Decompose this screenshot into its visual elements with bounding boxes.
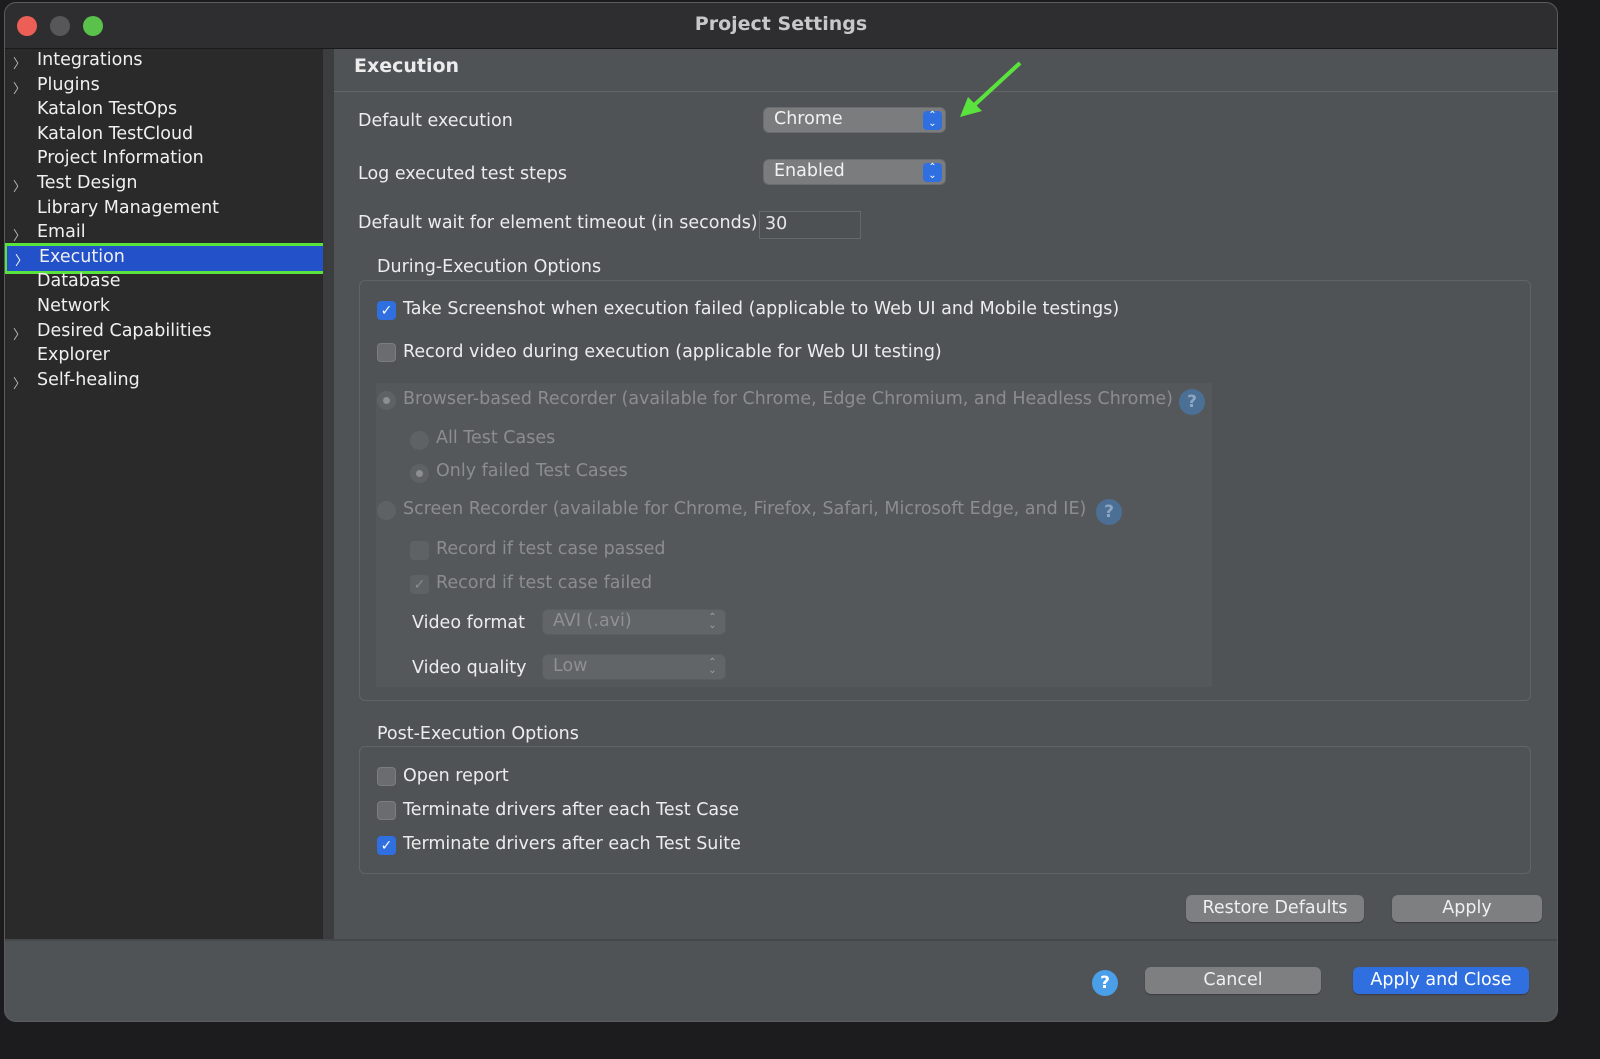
record-video-label: Record video during execution (applicabl… (403, 342, 942, 362)
browser-recorder-label: Browser-based Recorder (available for Ch… (403, 389, 1173, 409)
chevron-right-icon[interactable]: 〉 (13, 324, 26, 343)
updown-chevron-icon: ⌃ ⌄ (923, 111, 942, 130)
only-failed-label: Only failed Test Cases (436, 461, 628, 481)
apply-button[interactable]: Apply (1392, 895, 1542, 922)
open-report-checkbox[interactable] (377, 767, 396, 786)
sidebar-item-self-healing[interactable]: 〉 Self-healing (5, 369, 323, 394)
sidebar-item-label: Network (37, 296, 111, 316)
sidebar-item-label: Desired Capabilities (37, 320, 212, 341)
page-title: Execution (354, 55, 460, 77)
cancel-button[interactable]: Cancel (1145, 967, 1321, 994)
log-steps-select[interactable]: Enabled ⌃ ⌄ (763, 159, 946, 185)
settings-sidebar: 〉 Integrations 〉 Plugins Katalon TestOps Kata… (5, 49, 330, 939)
browser-recorder-radio[interactable] (377, 391, 396, 410)
sidebar-item-label: Self-healing (37, 369, 140, 390)
sidebar-item-label: Katalon TestCloud (37, 123, 194, 144)
header-divider (334, 91, 1557, 92)
record-failed-checkbox[interactable]: ✓ (410, 575, 429, 594)
video-quality-label: Video quality (412, 658, 527, 678)
screen-recorder-label: Screen Recorder (available for Chrome, F… (403, 499, 1087, 519)
video-quality-select[interactable]: Low ⌃ ⌄ (542, 654, 726, 680)
sidebar-item-execution[interactable]: 〉 Execution (5, 242, 330, 274)
record-passed-label: Record if test case passed (436, 539, 666, 559)
sidebar-item-test-design[interactable]: 〉 Test Design (5, 172, 323, 197)
annotation-arrow-icon (960, 61, 1022, 117)
sidebar-item-katalon-testops[interactable]: Katalon TestOps (5, 98, 323, 123)
post-execution-title: Post-Execution Options (377, 724, 579, 744)
sidebar-item-label: Database (37, 271, 121, 292)
title-bar: Project Settings (5, 3, 1557, 49)
sidebar-item-integrations[interactable]: 〉 Integrations (5, 49, 323, 74)
terminate-test-case-label: Terminate drivers after each Test Case (403, 800, 740, 820)
sidebar-item-project-information[interactable]: Project Information (5, 147, 323, 172)
execution-settings-panel: Execution Default execution Chrome ⌃ ⌄ Lo… (334, 49, 1557, 939)
chevron-right-icon[interactable]: 〉 (15, 250, 28, 269)
project-settings-window: Project Settings 〉 Integrations 〉 Plugins Ka… (4, 2, 1558, 1022)
chevron-right-icon[interactable]: 〉 (13, 53, 26, 72)
help-icon[interactable]: ? (1092, 970, 1118, 996)
default-execution-label: Default execution (358, 111, 513, 131)
chevron-right-icon[interactable]: 〉 (13, 78, 26, 97)
open-report-label: Open report (403, 766, 509, 786)
sidebar-item-label: Execution (39, 246, 125, 267)
sidebar-item-label: Integrations (37, 50, 143, 70)
chevron-right-icon[interactable]: 〉 (13, 225, 26, 244)
sidebar-splitter[interactable] (323, 49, 334, 939)
log-steps-value: Enabled (774, 161, 845, 181)
browser-recorder-help-icon[interactable]: ? (1179, 389, 1205, 415)
default-execution-value: Chrome (774, 109, 843, 129)
video-format-select[interactable]: AVI (.avi) ⌃ ⌄ (542, 609, 726, 635)
video-recorder-subpanel: Browser-based Recorder (available for Ch… (376, 383, 1212, 687)
video-format-value: AVI (.avi) (553, 611, 632, 631)
sidebar-item-label: Project Information (37, 148, 204, 169)
window-title: Project Settings (694, 13, 868, 35)
during-execution-group: ✓ Take Screenshot when execution failed … (359, 280, 1531, 701)
sidebar-item-label: Explorer (37, 345, 110, 366)
updown-chevron-icon: ⌃ ⌄ (708, 657, 717, 676)
video-quality-value: Low (553, 656, 588, 676)
apply-and-close-button[interactable]: Apply and Close (1353, 967, 1529, 994)
screen-recorder-help-icon[interactable]: ? (1096, 499, 1122, 525)
post-execution-group: Open report Terminate drivers after each… (359, 746, 1531, 874)
during-execution-title: During-Execution Options (377, 257, 602, 277)
terminate-test-case-checkbox[interactable] (377, 801, 396, 820)
chevron-right-icon[interactable]: 〉 (13, 373, 26, 392)
record-failed-label: Record if test case failed (436, 573, 653, 593)
sidebar-item-desired-capabilities[interactable]: 〉 Desired Capabilities (5, 320, 323, 345)
take-screenshot-label: Take Screenshot when execution failed (a… (403, 299, 1120, 319)
screen-recorder-radio[interactable] (377, 501, 396, 520)
record-video-checkbox[interactable] (377, 343, 396, 362)
timeout-label: Default wait for element timeout (in sec… (358, 213, 758, 233)
record-passed-checkbox[interactable] (410, 541, 429, 560)
log-steps-label: Log executed test steps (358, 164, 568, 184)
video-format-label: Video format (412, 613, 525, 633)
sidebar-item-label: Test Design (37, 173, 138, 193)
restore-defaults-button[interactable]: Restore Defaults (1186, 895, 1364, 922)
sidebar-item-database[interactable]: Database (5, 270, 323, 295)
updown-chevron-icon: ⌃ ⌄ (923, 163, 942, 182)
terminate-test-suite-checkbox[interactable]: ✓ (377, 836, 396, 855)
sidebar-item-label: Katalon TestOps (37, 99, 178, 120)
all-test-cases-radio[interactable] (410, 431, 429, 450)
sidebar-item-network[interactable]: Network (5, 295, 323, 320)
sidebar-item-label: Email (37, 222, 86, 243)
all-test-cases-label: All Test Cases (436, 428, 556, 448)
take-screenshot-checkbox[interactable]: ✓ (377, 301, 396, 320)
default-execution-select[interactable]: Chrome ⌃ ⌄ (763, 107, 946, 133)
sidebar-item-library-management[interactable]: Library Management (5, 197, 323, 222)
sidebar-item-plugins[interactable]: 〉 Plugins (5, 74, 323, 99)
updown-chevron-icon: ⌃ ⌄ (708, 612, 717, 631)
terminate-test-suite-label: Terminate drivers after each Test Suite (403, 834, 741, 854)
sidebar-item-katalon-testcloud[interactable]: Katalon TestCloud (5, 123, 323, 148)
only-failed-radio[interactable] (410, 464, 429, 483)
sidebar-item-label: Library Management (37, 197, 220, 218)
sidebar-item-explorer[interactable]: Explorer (5, 344, 323, 369)
dialog-footer: ? Cancel Apply and Close (5, 939, 1557, 1021)
sidebar-item-email[interactable]: 〉 Email (5, 221, 323, 246)
sidebar-item-label: Plugins (37, 74, 100, 95)
timeout-input[interactable]: 30 (759, 211, 861, 239)
chevron-right-icon[interactable]: 〉 (13, 176, 26, 195)
